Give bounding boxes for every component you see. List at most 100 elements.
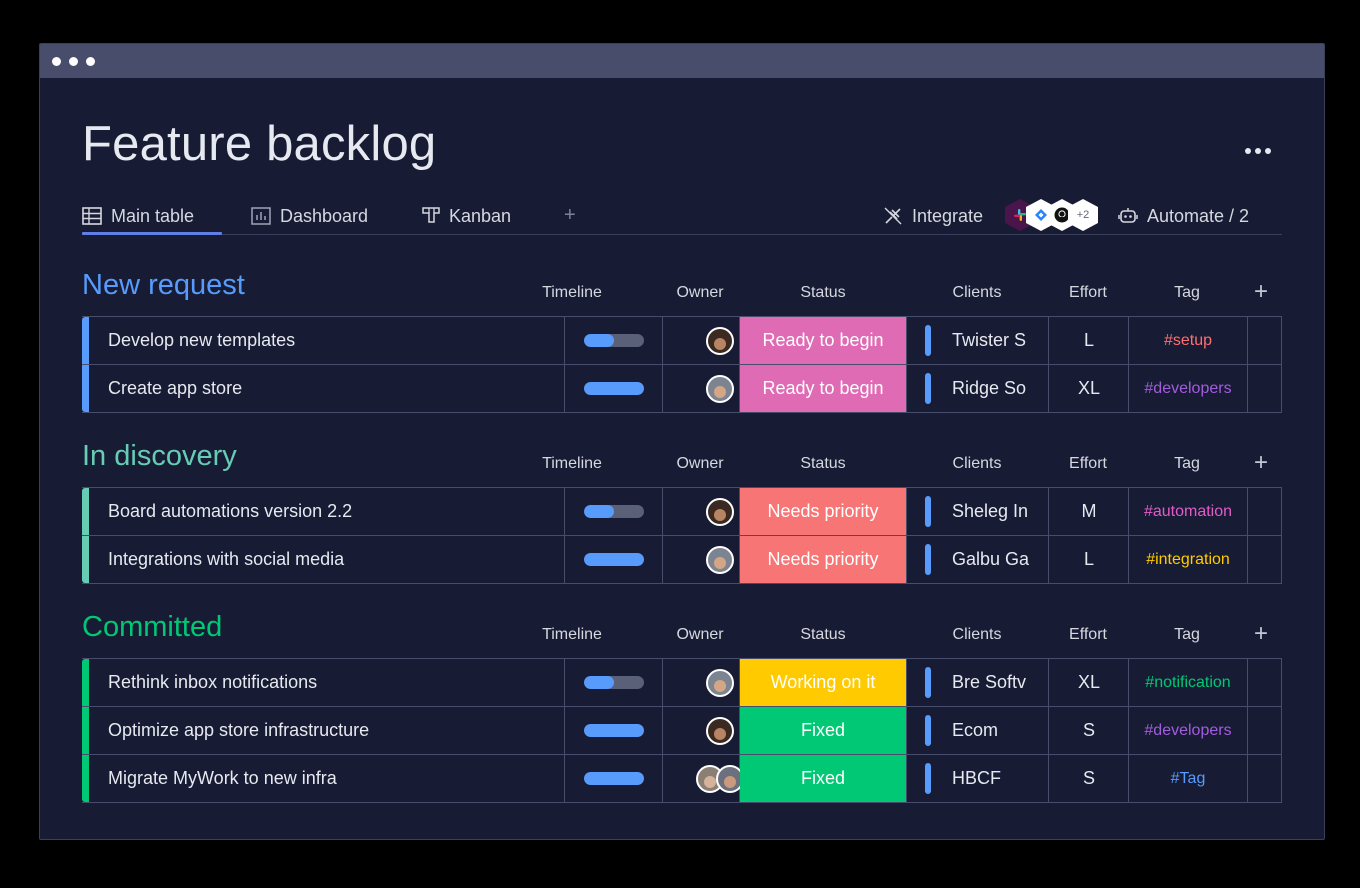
status-label[interactable]: Needs priority: [740, 536, 906, 583]
timeline-bar: [584, 724, 644, 737]
status-label[interactable]: Working on it: [740, 659, 906, 706]
page-title: Feature backlog: [82, 117, 437, 171]
cell-divider: [906, 317, 907, 364]
avatar: [706, 668, 734, 697]
window-dot-icon[interactable]: [52, 57, 61, 66]
timeline-progress: [584, 505, 614, 518]
tab-label: Main table: [111, 205, 195, 226]
client-cell[interactable]: Ridge So: [925, 365, 1049, 412]
client-cell[interactable]: Twister S: [925, 317, 1049, 364]
status-label[interactable]: Ready to begin: [740, 365, 906, 412]
column-header-timeline[interactable]: Timeline: [532, 626, 612, 644]
add-column-button[interactable]: +: [1254, 620, 1268, 648]
column-header-tag[interactable]: Tag: [1117, 284, 1257, 302]
table-row[interactable]: Rethink inbox notifications Working on it…: [82, 659, 1281, 707]
robot-icon: [1118, 208, 1138, 223]
timeline-cell[interactable]: [584, 317, 644, 364]
column-header-status[interactable]: Status: [730, 455, 916, 473]
timeline-bar: [584, 505, 644, 518]
client-cell[interactable]: Ecom: [925, 707, 1049, 754]
table-row[interactable]: Board automations version 2.2 Needs prior…: [82, 488, 1281, 536]
integrate-button[interactable]: Integrate: [883, 202, 983, 230]
cell-divider: [1247, 365, 1248, 412]
status-label[interactable]: Ready to begin: [740, 317, 906, 364]
timeline-progress: [584, 724, 644, 737]
status-label[interactable]: Fixed: [740, 755, 906, 802]
add-column-button[interactable]: +: [1254, 449, 1268, 477]
avatar: [706, 545, 734, 574]
timeline-cell[interactable]: [584, 659, 644, 706]
effort-cell[interactable]: M: [1049, 488, 1129, 535]
group-title[interactable]: Committed: [82, 611, 222, 644]
tag-cell[interactable]: #developers: [1129, 707, 1247, 754]
effort-cell[interactable]: S: [1049, 755, 1129, 802]
effort-cell[interactable]: S: [1049, 707, 1129, 754]
cell-divider: [906, 659, 907, 706]
tab-kanban[interactable]: Kanban: [422, 202, 511, 230]
timeline-progress: [584, 382, 644, 395]
window-dot-icon[interactable]: [86, 57, 95, 66]
cell-divider: [906, 365, 907, 412]
column-header-clients[interactable]: Clients: [907, 626, 1047, 644]
column-header-timeline[interactable]: Timeline: [532, 455, 612, 473]
tag-cell[interactable]: #developers: [1129, 365, 1247, 412]
cell-divider: [1247, 755, 1248, 802]
item-name[interactable]: Optimize app store infrastructure: [108, 707, 369, 754]
timeline-cell[interactable]: [584, 755, 644, 802]
tag-cell[interactable]: #setup: [1129, 317, 1247, 364]
tag-cell[interactable]: #integration: [1129, 536, 1247, 583]
client-name: HBCF: [952, 768, 1001, 788]
effort-cell[interactable]: XL: [1049, 659, 1129, 706]
effort-cell[interactable]: L: [1049, 317, 1129, 364]
cell-divider: [564, 536, 565, 583]
item-name[interactable]: Rethink inbox notifications: [108, 659, 317, 706]
column-header-clients[interactable]: Clients: [907, 284, 1047, 302]
table-row[interactable]: Migrate MyWork to new infra Fixed HBCF S #Ta…: [82, 755, 1281, 802]
add-column-button[interactable]: +: [1254, 278, 1268, 306]
table-row[interactable]: Develop new templates Ready to begin Twist…: [82, 317, 1281, 365]
integration-icons[interactable]: +2: [1005, 199, 1105, 231]
timeline-cell[interactable]: [584, 488, 644, 535]
tab-main-table[interactable]: Main table: [82, 202, 222, 235]
cell-divider: [564, 755, 565, 802]
status-label[interactable]: Needs priority: [740, 488, 906, 535]
column-header-status[interactable]: Status: [730, 626, 916, 644]
tab-dashboard[interactable]: Dashboard: [251, 202, 368, 230]
client-cell[interactable]: Bre Softv: [925, 659, 1049, 706]
table-row[interactable]: Optimize app store infrastructure Fixed Ec…: [82, 707, 1281, 755]
column-header-tag[interactable]: Tag: [1117, 626, 1257, 644]
column-header-clients[interactable]: Clients: [907, 455, 1047, 473]
effort-cell[interactable]: XL: [1049, 365, 1129, 412]
window-dot-icon[interactable]: [69, 57, 78, 66]
tag-cell[interactable]: #automation: [1129, 488, 1247, 535]
group-title[interactable]: New request: [82, 269, 245, 302]
timeline-cell[interactable]: [584, 707, 644, 754]
item-name[interactable]: Board automations version 2.2: [108, 488, 352, 535]
group-title[interactable]: In discovery: [82, 440, 237, 473]
client-cell[interactable]: Galbu Ga: [925, 536, 1049, 583]
cell-divider: [662, 365, 663, 412]
tag-cell[interactable]: #Tag: [1129, 755, 1247, 802]
cell-divider: [564, 488, 565, 535]
item-name[interactable]: Integrations with social media: [108, 536, 344, 583]
item-name[interactable]: Create app store: [108, 365, 242, 412]
item-name[interactable]: Develop new templates: [108, 317, 295, 364]
table-row[interactable]: Integrations with social media Needs prio…: [82, 536, 1281, 583]
column-header-tag[interactable]: Tag: [1117, 455, 1257, 473]
cell-divider: [564, 365, 565, 412]
timeline-cell[interactable]: [584, 365, 644, 412]
more-options-icon[interactable]: [1245, 141, 1275, 159]
status-label[interactable]: Fixed: [740, 707, 906, 754]
tag-cell[interactable]: #notification: [1129, 659, 1247, 706]
table-row[interactable]: Create app store Ready to begin Ridge So XL…: [82, 365, 1281, 412]
add-view-button[interactable]: +: [564, 204, 576, 227]
client-cell[interactable]: HBCF: [925, 755, 1049, 802]
item-name[interactable]: Migrate MyWork to new infra: [108, 755, 337, 802]
column-header-status[interactable]: Status: [730, 284, 916, 302]
effort-cell[interactable]: L: [1049, 536, 1129, 583]
automate-button[interactable]: Automate / 2: [1118, 202, 1249, 230]
cell-divider: [1247, 317, 1248, 364]
column-header-timeline[interactable]: Timeline: [532, 284, 612, 302]
client-cell[interactable]: Sheleg In: [925, 488, 1049, 535]
timeline-cell[interactable]: [584, 536, 644, 583]
